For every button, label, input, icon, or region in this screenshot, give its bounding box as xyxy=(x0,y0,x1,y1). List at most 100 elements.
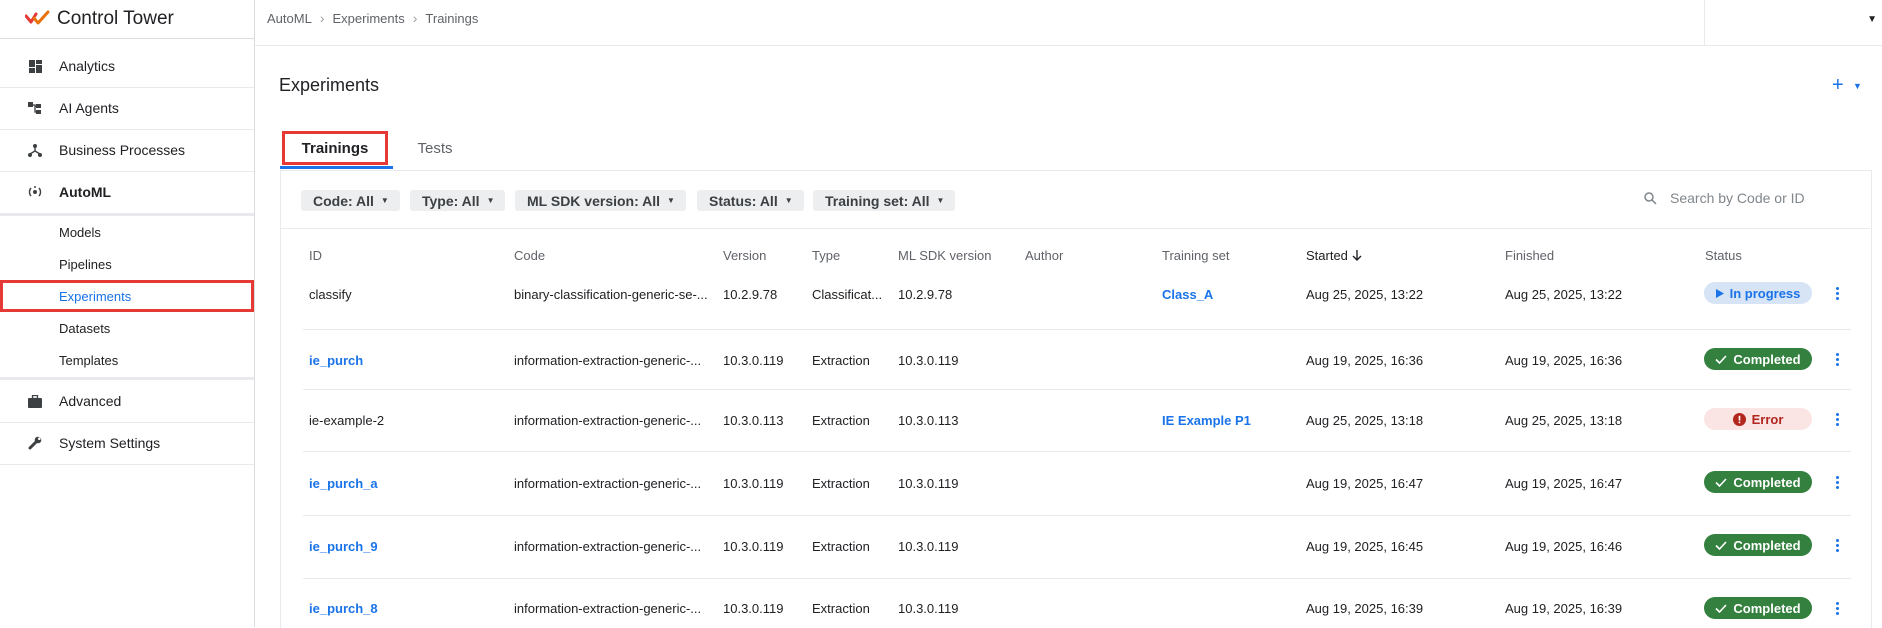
sidebar-item-label: System Settings xyxy=(59,435,161,451)
cell-version: 10.3.0.113 xyxy=(723,413,784,428)
error-icon xyxy=(1732,412,1746,426)
sidebar-subitem-experiments[interactable]: Experiments xyxy=(0,280,254,312)
cell-code: binary-classification-generic-se-... xyxy=(514,287,708,302)
status-label: Completed xyxy=(1733,600,1801,616)
status-badge: Completed xyxy=(1704,471,1812,493)
column-header-status[interactable]: Status xyxy=(1705,248,1742,263)
cell-type: Extraction xyxy=(812,476,870,491)
cell-code: information-extraction-generic-... xyxy=(514,353,702,368)
cell-finished: Aug 25, 2025, 13:22 xyxy=(1505,287,1623,302)
cell-type: Extraction xyxy=(812,413,870,428)
chevron-down-icon: ▼ xyxy=(486,196,495,205)
add-button[interactable]: + xyxy=(1832,75,1844,95)
status-badge: Completed xyxy=(1704,597,1812,619)
sidebar-item-system-settings[interactable]: System Settings xyxy=(0,422,254,465)
brand[interactable]: Control Tower xyxy=(0,0,254,39)
cell-id-link[interactable]: ie_purch xyxy=(309,353,363,368)
cell-training-set-link[interactable]: Class_A xyxy=(1162,287,1213,302)
filter-status[interactable]: Status: All ▼ xyxy=(697,190,804,211)
chevron-right-icon: › xyxy=(319,10,325,26)
column-header-ml-sdk-version[interactable]: ML SDK version xyxy=(898,248,991,263)
play-icon xyxy=(1715,288,1724,298)
status-label: Completed xyxy=(1733,537,1801,553)
cell-started: Aug 25, 2025, 13:18 xyxy=(1306,413,1424,428)
more-vert-icon[interactable] xyxy=(1834,475,1840,491)
cell-type: Extraction xyxy=(812,539,870,554)
sidebar-subitem-templates[interactable]: Templates xyxy=(0,344,254,376)
chevron-down-icon[interactable]: ▼ xyxy=(1853,81,1862,91)
filter-code[interactable]: Code: All ▼ xyxy=(301,190,400,211)
sidebar-item-automl[interactable]: AutoML xyxy=(0,171,254,213)
tab-trainings[interactable]: Trainings xyxy=(282,131,388,165)
page-title: Experiments xyxy=(279,75,380,95)
logo-icon xyxy=(25,10,50,25)
sidebar-item-label: AutoML xyxy=(59,184,112,200)
breadcrumb: AutoML › Experiments › Trainings xyxy=(267,10,478,26)
active-tab-indicator xyxy=(280,166,393,169)
filter-ml-sdk-version[interactable]: ML SDK version: All ▼ xyxy=(515,190,686,211)
column-header-author[interactable]: Author xyxy=(1025,248,1063,263)
cell-version: 10.2.9.78 xyxy=(723,287,778,302)
chevron-down-icon: ▼ xyxy=(936,196,945,205)
cell-id-link[interactable]: ie_purch_a xyxy=(309,476,378,491)
column-header-training-set[interactable]: Training set xyxy=(1162,248,1229,263)
check-icon xyxy=(1715,603,1727,613)
cell-code: information-extraction-generic-... xyxy=(514,413,702,428)
search-input[interactable]: Search by Code or ID xyxy=(1644,190,1805,206)
process-icon xyxy=(27,142,43,158)
column-header-finished[interactable]: Finished xyxy=(1505,248,1554,263)
top-bar: AutoML › Experiments › Trainings ▼ xyxy=(255,0,1882,46)
sidebar-item-label: AI Agents xyxy=(59,100,119,116)
sidebar-item-advanced[interactable]: Advanced xyxy=(0,380,254,423)
cell-started: Aug 19, 2025, 16:39 xyxy=(1306,601,1424,616)
row-divider xyxy=(303,329,1851,330)
more-vert-icon[interactable] xyxy=(1834,601,1840,617)
status-badge: In progress xyxy=(1704,282,1812,304)
breadcrumb-experiments[interactable]: Experiments xyxy=(332,11,404,26)
filter-label: Training set: All xyxy=(825,192,930,209)
sidebar-subitem-label: Templates xyxy=(59,352,119,368)
cell-training-set-link[interactable]: IE Example P1 xyxy=(1162,413,1251,428)
wrench-icon xyxy=(27,435,43,451)
cell-id-link[interactable]: ie_purch_8 xyxy=(309,601,378,616)
cell-sdk: 10.2.9.78 xyxy=(898,287,953,302)
more-vert-icon[interactable] xyxy=(1834,286,1840,302)
cell-finished: Aug 19, 2025, 16:36 xyxy=(1505,353,1623,368)
dashboard-icon xyxy=(27,58,43,74)
sidebar-subitem-pipelines[interactable]: Pipelines xyxy=(0,248,254,280)
cell-finished: Aug 19, 2025, 16:39 xyxy=(1505,601,1623,616)
cell-version: 10.3.0.119 xyxy=(723,476,784,491)
check-icon xyxy=(1715,477,1727,487)
arrow-down-icon xyxy=(1352,250,1362,261)
filter-training-set[interactable]: Training set: All ▼ xyxy=(813,190,956,211)
column-header-type[interactable]: Type xyxy=(812,248,840,263)
cell-type: Classificat... xyxy=(812,287,883,302)
more-vert-icon[interactable] xyxy=(1834,538,1840,554)
sidebar-subitem-datasets[interactable]: Datasets xyxy=(0,312,254,344)
cell-finished: Aug 19, 2025, 16:47 xyxy=(1505,476,1623,491)
row-divider xyxy=(303,389,1851,390)
tab-tests[interactable]: Tests xyxy=(404,130,466,166)
breadcrumb-automl[interactable]: AutoML xyxy=(267,11,312,26)
account-menu[interactable]: ▼ xyxy=(1704,0,1882,45)
sidebar-item-analytics[interactable]: Analytics xyxy=(0,45,254,88)
sidebar-item-business-processes[interactable]: Business Processes xyxy=(0,129,254,172)
sidebar-item-ai-agents[interactable]: AI Agents xyxy=(0,87,254,130)
cell-finished: Aug 19, 2025, 16:46 xyxy=(1505,539,1623,554)
cell-id-link[interactable]: ie_purch_9 xyxy=(309,539,378,554)
filter-type[interactable]: Type: All ▼ xyxy=(410,190,506,211)
column-header-started[interactable]: Started xyxy=(1306,248,1362,263)
cell-type: Extraction xyxy=(812,601,870,616)
column-header-version[interactable]: Version xyxy=(723,248,766,263)
cell-sdk: 10.3.0.119 xyxy=(898,601,959,616)
more-vert-icon[interactable] xyxy=(1834,412,1840,428)
status-badge: Error xyxy=(1704,408,1812,430)
chevron-down-icon: ▼ xyxy=(667,196,675,205)
cell-version: 10.3.0.119 xyxy=(723,353,784,368)
more-vert-icon[interactable] xyxy=(1834,352,1840,368)
sidebar-subitem-models[interactable]: Models xyxy=(0,216,254,248)
column-header-id[interactable]: ID xyxy=(309,248,322,263)
table-panel xyxy=(280,170,1872,628)
column-header-code[interactable]: Code xyxy=(514,248,545,263)
cell-started: Aug 25, 2025, 13:22 xyxy=(1306,287,1424,302)
